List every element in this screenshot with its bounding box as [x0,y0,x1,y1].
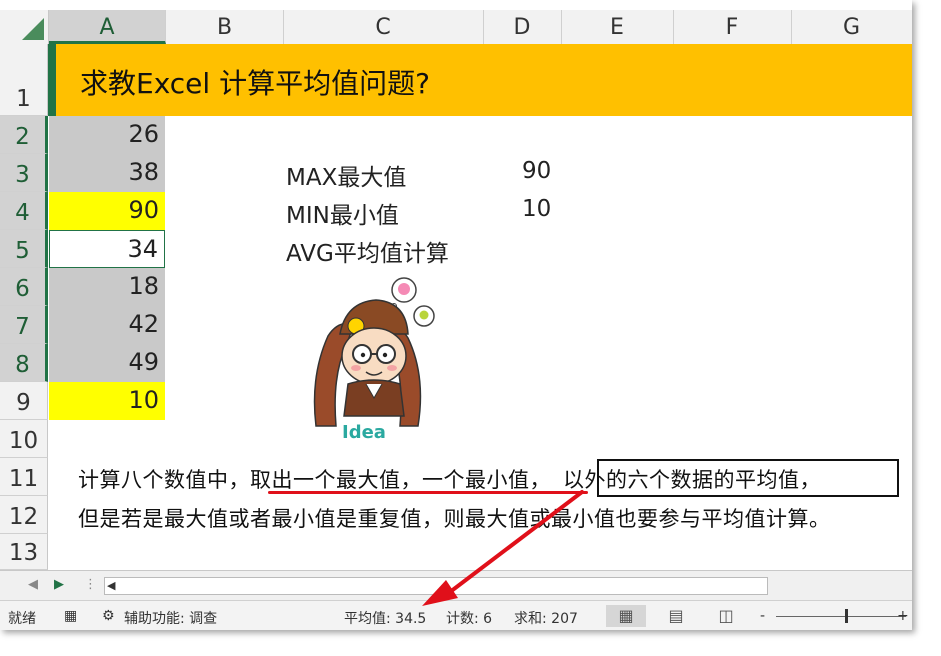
cell-a2[interactable]: 26 [49,116,165,154]
cell-a6[interactable]: 18 [49,268,165,306]
note-line1-part2: 取出一个最大值，一个最小值， [250,468,551,492]
sheet-prev-icon[interactable]: ◀ [28,577,38,592]
column-header-d[interactable]: D [483,10,562,44]
tab-split-handle-icon[interactable]: ⋮ [84,577,97,592]
accessibility-status[interactable]: 辅助功能: 调查 [124,608,217,628]
normal-view-icon[interactable]: ▦ [606,605,646,627]
zoom-out-button[interactable]: - [760,608,765,624]
note-line1-part1: 计算八个数值中， [78,468,250,492]
count-status[interactable]: 计数: 6 [446,608,492,628]
page-break-view-icon[interactable]: ◫ [706,605,746,627]
cell-a8[interactable]: 49 [49,344,165,382]
zoom-slider-track[interactable] [776,616,906,617]
row-header-3[interactable]: 3 [0,154,48,192]
idea-text: Idea [342,422,386,443]
red-underline [268,491,588,494]
zoom-slider-thumb[interactable] [845,609,848,623]
status-bar: 就绪 ▦ ⚙ 辅助功能: 调查 平均值: 34.5 计数: 6 求和: 207 … [0,600,912,630]
cell-a7[interactable]: 42 [49,306,165,344]
row-header-13[interactable]: 13 [0,534,48,570]
row-header-9[interactable]: 9 [0,382,48,420]
sheet-nav-bar: ◀ ▶ ⋮ ◀ [0,570,912,601]
row-header-1[interactable]: 1 [0,44,48,116]
page-layout-view-icon[interactable]: ▤ [656,605,696,627]
thinking-cartoon-image: Idea [313,277,435,443]
cell-c5-avg-label[interactable]: AVG平均值计算 [286,234,449,268]
banner-accent-bar [48,44,56,116]
row-header-7[interactable]: 7 [0,306,48,344]
cell-a9[interactable]: 10 [49,382,165,420]
note-line2[interactable]: 但是若是最大值或者最小值是重复值，则最大值或最小值也要参与平均值计算。 [78,503,831,533]
row-header-2[interactable]: 2 [0,116,48,154]
cell-a5-active[interactable]: 34 [49,230,165,268]
cell-a4[interactable]: 90 [49,192,165,230]
column-header-f[interactable]: F [673,10,792,44]
row-header-12[interactable]: 12 [0,496,48,534]
zoom-in-button[interactable]: + [897,608,909,624]
accessibility-icon[interactable]: ⚙ [102,608,115,624]
column-header-row: A B C D E F G [0,10,912,45]
row-header-11[interactable]: 11 [0,458,48,496]
select-all-triangle-icon [22,18,44,40]
column-header-a[interactable]: A [49,10,166,44]
row-header-4[interactable]: 4 [0,192,48,230]
sum-status[interactable]: 求和: 207 [514,608,578,628]
cell-c4-min-label[interactable]: MIN最小值 [286,196,399,230]
average-status[interactable]: 平均值: 34.5 [344,608,426,628]
cell-mode-icon[interactable]: ▦ [64,608,77,624]
ready-status: 就绪 [8,611,36,627]
horizontal-scrollbar[interactable]: ◀ [104,577,768,595]
cell-a3[interactable]: 38 [49,154,165,192]
column-header-c[interactable]: C [283,10,484,44]
column-header-g[interactable]: G [791,10,912,44]
row-header-8[interactable]: 8 [0,344,48,382]
scroll-left-icon[interactable]: ◀ [107,579,115,592]
cell-d4-min-value[interactable]: 10 [522,196,551,222]
highlight-box [597,459,899,497]
excel-window: A B C D E F G 1 2 3 4 5 6 7 8 9 10 11 12… [0,0,912,630]
title-banner-cell[interactable]: 求教Excel 计算平均值问题? [48,44,912,116]
column-header-b[interactable]: B [166,10,284,44]
column-header-e[interactable]: E [561,10,674,44]
cell-d3-max-value[interactable]: 90 [522,158,551,184]
row-header-6[interactable]: 6 [0,268,48,306]
sheet-next-icon[interactable]: ▶ [54,577,64,592]
sheet-title: 求教Excel 计算平均值问题? [80,67,430,100]
select-all-corner[interactable] [0,10,49,44]
row-header-10[interactable]: 10 [0,420,48,458]
cell-c3-max-label[interactable]: MAX最大值 [286,158,406,192]
row-header-5[interactable]: 5 [0,230,48,268]
